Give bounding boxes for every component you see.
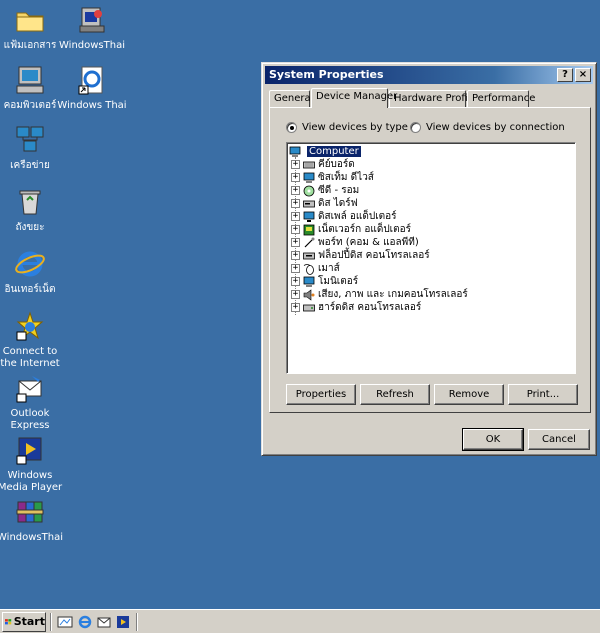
remove-button[interactable]: Remove [434, 384, 504, 405]
floppy-controller-icon [303, 252, 315, 259]
start-button[interactable]: Start [2, 612, 46, 632]
disk-drive-icon [303, 200, 315, 207]
internet-explorer-icon[interactable] [77, 614, 93, 630]
folder-icon [16, 12, 44, 32]
outlook-icon[interactable] [96, 614, 112, 630]
title-bar[interactable]: System Properties ? × [265, 66, 593, 84]
desktop-icon-winrar[interactable]: WindowsThai [0, 496, 66, 544]
expand-icon[interactable]: + [291, 186, 300, 195]
media-player-icon [16, 437, 42, 465]
internet-explorer-icon [15, 251, 45, 277]
desktop-icon-network[interactable]: เครือข่าย [0, 124, 66, 172]
expand-icon[interactable]: + [291, 251, 300, 260]
windows-thai-setup-icon [79, 7, 105, 33]
radio-label: View devices by type [302, 122, 408, 133]
desktop-icon-label: ถังขยะ [15, 222, 45, 233]
desktop-icon-label: Connect to the Internet [0, 346, 60, 369]
cancel-button[interactable]: Cancel [528, 429, 590, 450]
internet-shortcut-icon [78, 66, 103, 95]
desktop-icon-label: Windows Media Player [0, 470, 63, 493]
connect-internet-icon [16, 311, 44, 341]
device-tree[interactable]: Computer + คีย์บอร์ด + ซิสเท็ม ดีไวส์ + … [286, 142, 576, 374]
expand-icon[interactable]: + [291, 212, 300, 221]
properties-button[interactable]: Properties [286, 384, 356, 405]
radio-view-by-type[interactable]: View devices by type [286, 122, 408, 133]
network-adapter-icon [303, 224, 315, 235]
desktop-icon-label: WindowsThai [0, 532, 63, 543]
tab-general[interactable]: General [269, 90, 313, 107]
desktop-icon-label: อินเทอร์เน็ต [4, 284, 56, 295]
start-label: Start [13, 615, 45, 628]
desktop-icon-windowsthai[interactable]: WindowsThai [56, 4, 128, 52]
desktop-icon-label: Outlook Express [10, 408, 50, 431]
expand-icon[interactable]: + [291, 238, 300, 247]
desktop-icon-outlook[interactable]: Outlook Express [0, 372, 66, 432]
desktop-icon-label: WindowsThai [59, 40, 125, 51]
desktop-icon-internet[interactable]: อินเทอร์เน็ต [0, 248, 66, 296]
window-title: System Properties [269, 68, 384, 81]
tab-device-manager[interactable]: Device Manager [311, 88, 397, 108]
monitor-icon [303, 276, 315, 287]
show-desktop-icon[interactable] [57, 614, 73, 630]
expand-icon[interactable]: + [291, 290, 300, 299]
tree-item-label: Computer [307, 146, 361, 157]
display-adapter-icon [303, 211, 315, 222]
expand-icon[interactable]: + [291, 173, 300, 182]
print-button[interactable]: Print... [508, 384, 578, 405]
expand-icon[interactable]: + [291, 303, 300, 312]
radio-view-by-connection[interactable]: View devices by connection [410, 122, 565, 133]
desktop-icon-windows-thai-link[interactable]: Windows Thai [56, 64, 128, 112]
system-devices-icon [303, 172, 315, 183]
computer-icon [289, 146, 301, 157]
tab-performance[interactable]: Performance [467, 90, 535, 107]
expand-icon[interactable]: + [291, 225, 300, 234]
system-properties-window: System Properties ? × General Device Man… [261, 62, 597, 456]
device-manager-panel: View devices by type View devices by con… [269, 107, 591, 413]
expand-icon[interactable]: + [291, 160, 300, 169]
ok-button[interactable]: OK [462, 428, 524, 451]
taskbar-separator [50, 613, 52, 631]
expand-icon[interactable]: + [291, 199, 300, 208]
tree-item-label: ฮาร์ดดิส คอนโทรลเลอร์ [318, 302, 422, 313]
outlook-express-icon [16, 376, 42, 403]
tab-hardware-profiles[interactable]: Hardware Profiles [389, 90, 482, 107]
close-button[interactable]: × [575, 68, 591, 82]
tree-item-hard-disk-controllers[interactable]: + ฮาร์ดดิส คอนโทรลเลอร์ [291, 301, 421, 314]
desktop-icon-recycle-bin[interactable]: ถังขยะ [0, 186, 66, 234]
expand-icon[interactable]: + [291, 264, 300, 273]
help-button[interactable]: ? [557, 68, 573, 82]
desktop-icon-media-player[interactable]: Windows Media Player [0, 434, 66, 494]
keyboard-icon [303, 161, 315, 168]
radio-label: View devices by connection [426, 122, 565, 133]
radio-button[interactable] [410, 122, 421, 133]
expand-icon[interactable]: + [291, 277, 300, 286]
network-icon [16, 126, 44, 152]
hard-disk-controller-icon [303, 304, 315, 311]
desktop-icon-connect-internet[interactable]: Connect to the Internet [0, 310, 66, 370]
winrar-archive-icon [16, 501, 44, 523]
desktop-icon-label: เครือข่าย [10, 160, 50, 171]
desktop-icon-label: Windows Thai [57, 100, 127, 111]
my-computer-icon [16, 66, 44, 94]
port-icon [304, 237, 315, 247]
media-player-icon[interactable] [115, 614, 131, 630]
windows-logo-icon [5, 619, 12, 625]
refresh-button[interactable]: Refresh [360, 384, 430, 405]
mouse-icon [303, 263, 314, 275]
sound-controller-icon [303, 288, 315, 301]
cdrom-icon [303, 185, 315, 196]
taskbar: Start [0, 609, 600, 633]
recycle-bin-icon [19, 190, 41, 215]
taskbar-separator [136, 613, 138, 631]
radio-button-selected[interactable] [286, 122, 297, 133]
tree-item-floppy-controllers[interactable]: + ฟล็อปปี้ดิส คอนโทรลเลอร์ [291, 249, 430, 262]
